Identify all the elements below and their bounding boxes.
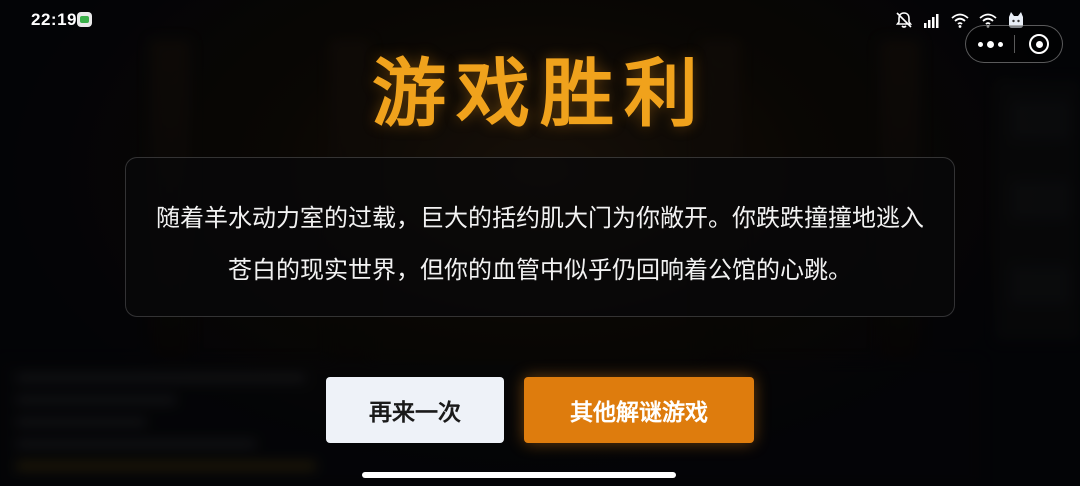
story-text: 随着羊水动力室的过载，巨大的括约肌大门为你敞开。你跌跌撞撞地逃入苍白的现实世界，… bbox=[156, 204, 924, 284]
story-box: 随着羊水动力室的过载，巨大的括约肌大门为你敞开。你跌跌撞撞地逃入苍白的现实世界，… bbox=[125, 157, 955, 317]
restart-button[interactable]: 再来一次 bbox=[326, 377, 504, 443]
victory-title: 游戏胜利 bbox=[372, 51, 708, 137]
status-time: 22:19 bbox=[31, 10, 77, 29]
other-puzzle-games-button[interactable]: 其他解谜游戏 bbox=[524, 377, 754, 443]
app-notification-icon bbox=[77, 12, 92, 27]
hd-signal-icon bbox=[924, 14, 939, 28]
home-indicator[interactable] bbox=[362, 472, 676, 478]
mute-bell-icon bbox=[895, 12, 913, 28]
victory-screen: 22:19 游戏胜利 随着羊水动力室的过载，巨大的括约肌大门为你敞开。你跌跌撞撞… bbox=[0, 0, 1080, 486]
